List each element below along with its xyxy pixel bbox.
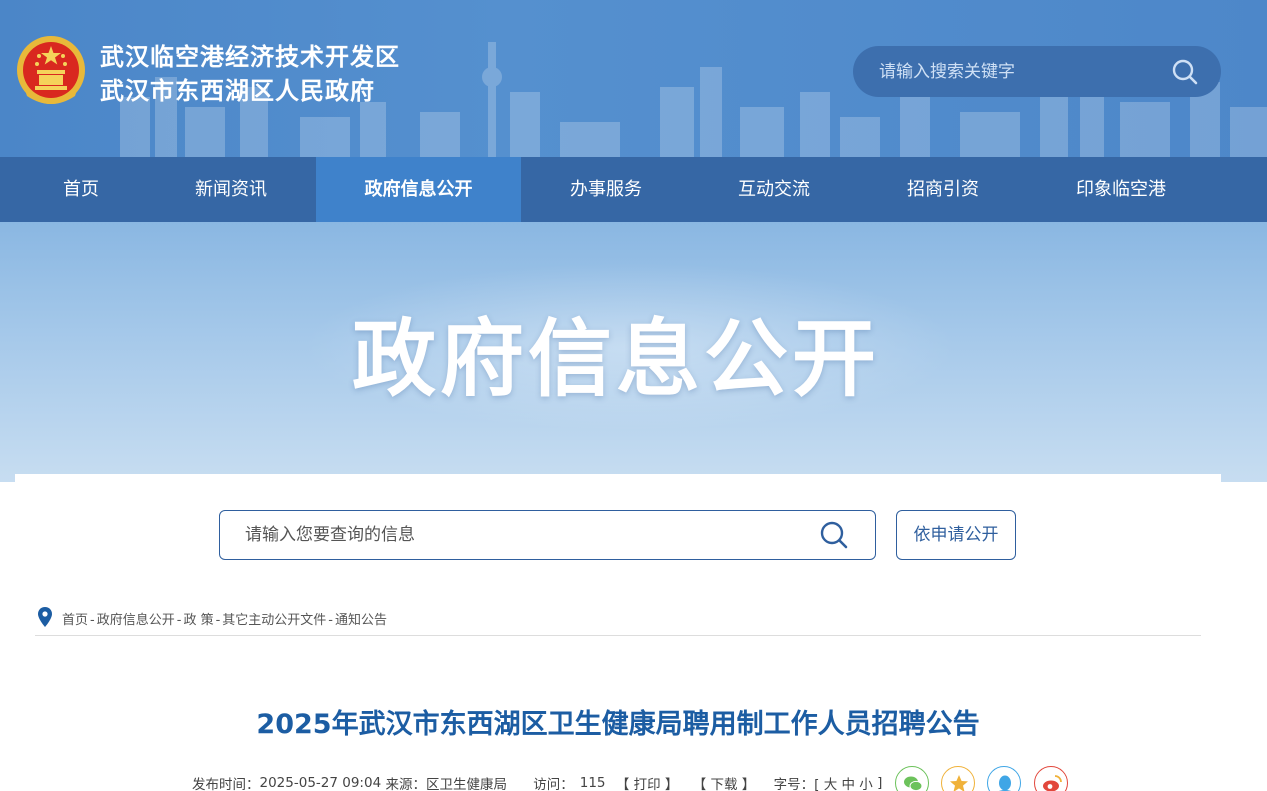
source-label: 来源： [385,777,426,791]
font-size-label: 字号：[ [773,777,820,791]
search-icon[interactable] [819,520,849,550]
site-title-line2: 武汉市东西湖区人民政府 [100,77,375,105]
share-weibo[interactable] [1033,766,1068,791]
visits-label: 访问： [533,777,574,791]
banner-title: 政府信息公开 [351,310,880,408]
nav-item-gov-info[interactable]: 政府信息公开 [316,157,521,222]
wechat-icon [903,776,923,791]
nav-item-impression[interactable]: 印象临空港 [1040,157,1202,222]
font-size-close: ] [877,775,883,791]
info-query-input[interactable] [245,511,805,559]
share-qq[interactable] [987,766,1022,791]
nav-item-home[interactable]: 首页 [30,157,132,222]
breadcrumb-separator: - [328,613,333,628]
share-wechat[interactable] [894,766,929,791]
national-emblem-icon[interactable] [15,34,87,108]
breadcrumb-item-gov-info[interactable]: 政府信息公开 [97,613,175,628]
print-button[interactable]: 【 打印 】 [616,773,679,791]
font-size-large[interactable]: 大 [824,773,838,791]
font-size-medium[interactable]: 中 [841,773,855,791]
info-query-box [219,510,876,560]
nav-item-interaction[interactable]: 互动交流 [703,157,845,222]
visits-count: 115 [579,775,606,791]
apply-disclosure-button[interactable]: 依申请公开 [896,510,1016,560]
content-panel: 依申请公开 首页-政府信息公开-政 策-其它主动公开文件-通知公告 2025年武… [15,474,1221,791]
breadcrumb-item-policy[interactable]: 政 策 [183,613,213,628]
source: 区卫生健康局 [425,777,507,791]
site-header: 武汉临空港经济技术开发区 武汉市东西湖区人民政府 [0,0,1267,157]
site-title[interactable]: 武汉临空港经济技术开发区 武汉市东西湖区人民政府 [100,40,400,108]
publish-time-label: 发布时间： [192,777,260,791]
article-title: 2025年武汉市东西湖区卫生健康局聘用制工作人员招聘公告 [256,709,980,740]
nav-item-services[interactable]: 办事服务 [535,157,677,222]
search-icon[interactable] [1171,58,1199,86]
qq-icon [999,775,1012,791]
breadcrumb: 首页 - 政府信息公开 - 政 策 - 其它主动公开文件 - 通知公告 [35,606,1201,636]
font-size-small[interactable]: 小 [859,773,873,791]
download-button[interactable]: 【 下载 】 [693,773,756,791]
main-nav: 首页 新闻资讯 政府信息公开 办事服务 互动交流 招商引资 印象临空港 [0,157,1267,222]
breadcrumb-item-home[interactable]: 首页 [62,613,88,628]
breadcrumb-item-notice[interactable]: 通知公告 [335,613,387,628]
breadcrumb-separator: - [176,613,182,628]
breadcrumb-item-other-files[interactable]: 其它主动公开文件 [222,613,326,628]
nav-item-investment[interactable]: 招商引资 [872,157,1014,222]
qzone-icon [949,775,968,791]
breadcrumb-separator: - [90,613,95,628]
nav-item-news[interactable]: 新闻资讯 [160,157,302,222]
page-banner: 政府信息公开 [0,222,1267,482]
publish-time: 2025-05-27 09:04 [259,775,382,791]
article-meta: 发布时间：2025-05-27 09:04 来源：区卫生健康局 访问： 115 【… [192,766,1068,791]
site-title-line1: 武汉临空港经济技术开发区 [100,43,400,71]
header-search-input[interactable] [879,46,1159,97]
location-pin-icon [38,607,52,627]
header-search-box [853,46,1221,97]
share-qzone[interactable] [940,766,975,791]
breadcrumb-separator: - [215,613,221,628]
weibo-icon [1042,775,1062,791]
